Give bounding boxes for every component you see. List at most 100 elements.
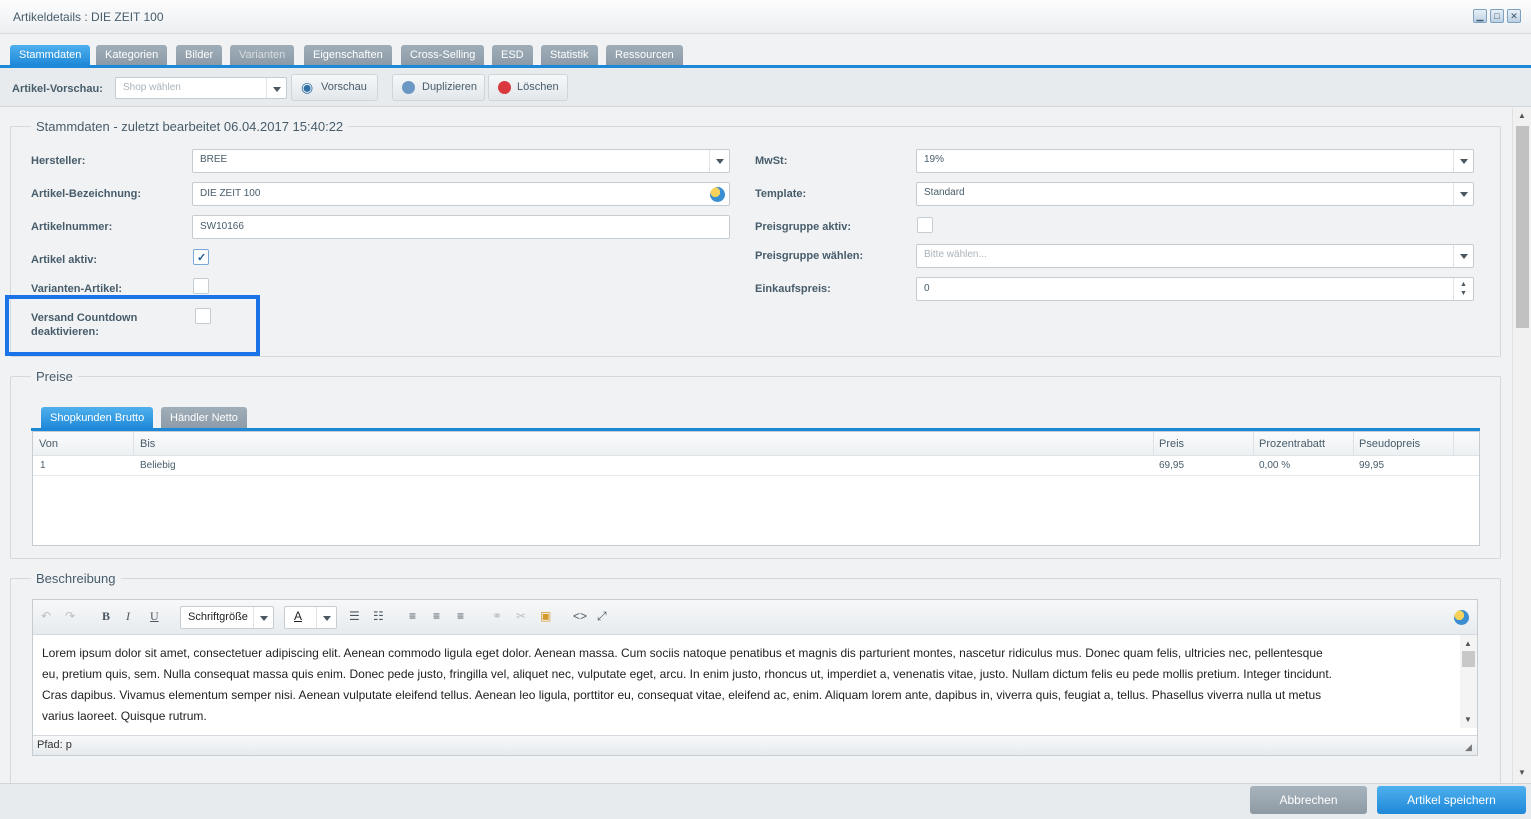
chevron-down-icon[interactable] — [266, 78, 286, 98]
window-title: Artikeldetails : DIE ZEIT 100 — [13, 10, 164, 24]
underline-icon[interactable]: U — [150, 609, 159, 624]
cancel-button[interactable]: Abbrechen — [1250, 786, 1367, 814]
number-spinner[interactable]: ▲ ▼ — [1453, 278, 1473, 300]
varianten-artikel-checkbox[interactable] — [193, 278, 209, 294]
column-header-von[interactable]: Von — [39, 438, 58, 450]
chevron-down-icon[interactable] — [253, 607, 273, 628]
tab-shopkunden-brutto[interactable]: Shopkunden Brutto — [41, 407, 154, 429]
close-icon[interactable]: ✕ — [1507, 9, 1521, 23]
undo-icon[interactable]: ↶ — [41, 609, 51, 623]
unlink-icon[interactable]: ✂ — [516, 609, 526, 623]
column-divider — [1153, 432, 1154, 456]
chevron-down-icon[interactable] — [1453, 245, 1473, 267]
scroll-up-icon[interactable]: ▲ — [1464, 639, 1472, 648]
text-color-select[interactable]: A — [284, 606, 337, 629]
align-left-icon[interactable]: ≡ — [409, 609, 416, 623]
cell-bis: Beliebig — [140, 460, 176, 471]
chevron-down-icon[interactable] — [709, 150, 729, 172]
tab-eigenschaften[interactable]: Eigenschaften — [304, 45, 392, 65]
source-code-icon[interactable]: <> — [573, 609, 587, 623]
artikel-aktiv-checkbox[interactable]: ✓ — [193, 249, 209, 265]
delete-button[interactable]: Löschen — [488, 74, 568, 101]
tab-stammdaten[interactable]: Stammdaten — [10, 45, 91, 65]
editor-text-line: varius laoreet. Quisque rutrum. — [42, 709, 207, 723]
column-header-prozentrabatt[interactable]: Prozentrabatt — [1259, 438, 1325, 450]
align-center-icon[interactable]: ≡ — [433, 609, 440, 623]
template-select[interactable]: Standard — [916, 182, 1474, 206]
stammdaten-legend: Stammdaten - zuletzt bearbeitet 06.04.20… — [31, 119, 349, 134]
italic-icon[interactable]: I — [126, 609, 130, 624]
editor-scrollbar[interactable]: ▲ ▼ — [1460, 635, 1477, 728]
bezeichnung-value: DIE ZEIT 100 — [200, 188, 261, 199]
page-scrollbar[interactable]: ▲ ▼ — [1512, 108, 1531, 783]
spin-down-icon[interactable]: ▼ — [1460, 290, 1467, 297]
versand-countdown-label-line1: Versand Countdown — [31, 312, 138, 324]
tab-varianten: Varianten — [230, 45, 295, 65]
tab-haendler-netto[interactable]: Händler Netto — [161, 407, 247, 429]
font-size-select[interactable]: Schriftgröße — [180, 606, 274, 629]
duplicate-icon — [402, 81, 415, 94]
hersteller-select[interactable]: BREE — [192, 149, 730, 173]
align-right-icon[interactable]: ≡ — [457, 609, 464, 623]
chevron-down-icon[interactable] — [1453, 183, 1473, 205]
column-header-pseudopreis[interactable]: Pseudopreis — [1359, 438, 1420, 450]
column-header-preis[interactable]: Preis — [1159, 438, 1184, 450]
editor-text-line: eu, pretium quis, sem. Nulla consequat m… — [42, 667, 1332, 681]
resize-handle-icon[interactable]: ◢ — [1465, 742, 1472, 753]
table-row[interactable]: 1 Beliebig 69,95 0,00 % 99,95 — [33, 456, 1479, 476]
minimize-icon[interactable]: ▁ — [1473, 9, 1487, 23]
mwst-value: 19% — [924, 154, 945, 165]
preview-button[interactable]: ◉ Vorschau — [291, 74, 378, 101]
link-icon[interactable]: ⚭ — [492, 609, 502, 623]
numbered-list-icon[interactable]: ☷ — [373, 609, 384, 623]
scroll-thumb[interactable] — [1516, 126, 1529, 328]
bold-icon[interactable]: B — [102, 609, 110, 624]
translation-globe-icon[interactable] — [1454, 610, 1469, 625]
preisgruppe-waehlen-label: Preisgruppe wählen: — [755, 250, 864, 262]
tab-esd[interactable]: ESD — [492, 45, 533, 65]
mwst-select[interactable]: 19% — [916, 149, 1474, 173]
column-divider — [1253, 432, 1254, 456]
tab-statistik[interactable]: Statistik — [541, 45, 598, 65]
column-divider — [1353, 432, 1354, 456]
media-icon[interactable]: ▣ — [540, 609, 551, 623]
varianten-artikel-label: Varianten-Artikel: — [31, 283, 123, 295]
fullscreen-icon[interactable]: ⤢ — [597, 609, 607, 624]
price-grid: Von Bis Preis Prozentrabatt Pseudopreis … — [32, 431, 1480, 546]
tab-bilder[interactable]: Bilder — [176, 45, 223, 65]
scroll-up-icon[interactable]: ▲ — [1518, 111, 1526, 120]
save-button[interactable]: Artikel speichern — [1377, 786, 1526, 814]
editor-body[interactable]: Lorem ipsum dolor sit amet, consectetuer… — [33, 635, 1460, 728]
bullet-list-icon[interactable]: ☰ — [349, 609, 360, 623]
maximize-icon[interactable]: □ — [1490, 9, 1504, 23]
content-area: Stammdaten - zuletzt bearbeitet 06.04.20… — [0, 108, 1512, 783]
artikelnummer-value: SW10166 — [200, 221, 244, 232]
translation-globe-icon[interactable] — [710, 187, 725, 202]
shop-select[interactable]: Shop wählen — [115, 77, 287, 99]
spin-up-icon[interactable]: ▲ — [1460, 281, 1467, 288]
artikelnummer-input[interactable]: SW10166 — [192, 215, 730, 239]
versand-countdown-checkbox[interactable] — [195, 308, 211, 324]
preisgruppe-select[interactable]: Bitte wählen... — [916, 244, 1474, 268]
tab-cross-selling[interactable]: Cross-Selling — [401, 45, 485, 65]
mwst-label: MwSt: — [755, 155, 788, 167]
hersteller-value: BREE — [200, 154, 228, 165]
column-header-bis[interactable]: Bis — [140, 438, 155, 450]
einkaufspreis-input[interactable]: 0 ▲ ▼ — [916, 277, 1474, 301]
preisgruppe-aktiv-label: Preisgruppe aktiv: — [755, 221, 851, 233]
chevron-down-icon[interactable] — [316, 607, 336, 628]
einkaufspreis-label: Einkaufspreis: — [755, 283, 831, 295]
tab-ressourcen[interactable]: Ressourcen — [606, 45, 683, 65]
tab-kategorien[interactable]: Kategorien — [96, 45, 168, 65]
duplicate-button[interactable]: Duplizieren — [392, 74, 485, 101]
preisgruppe-placeholder: Bitte wählen... — [924, 249, 987, 260]
redo-icon[interactable]: ↷ — [65, 609, 75, 623]
bezeichnung-input[interactable]: DIE ZEIT 100 — [192, 182, 730, 206]
scroll-thumb[interactable] — [1462, 651, 1475, 667]
preisgruppe-aktiv-checkbox[interactable] — [917, 217, 933, 233]
einkaufspreis-value: 0 — [924, 283, 930, 294]
scroll-down-icon[interactable]: ▼ — [1518, 768, 1526, 777]
chevron-down-icon[interactable] — [1453, 150, 1473, 172]
shop-select-placeholder: Shop wählen — [123, 82, 181, 93]
scroll-down-icon[interactable]: ▼ — [1464, 715, 1472, 724]
